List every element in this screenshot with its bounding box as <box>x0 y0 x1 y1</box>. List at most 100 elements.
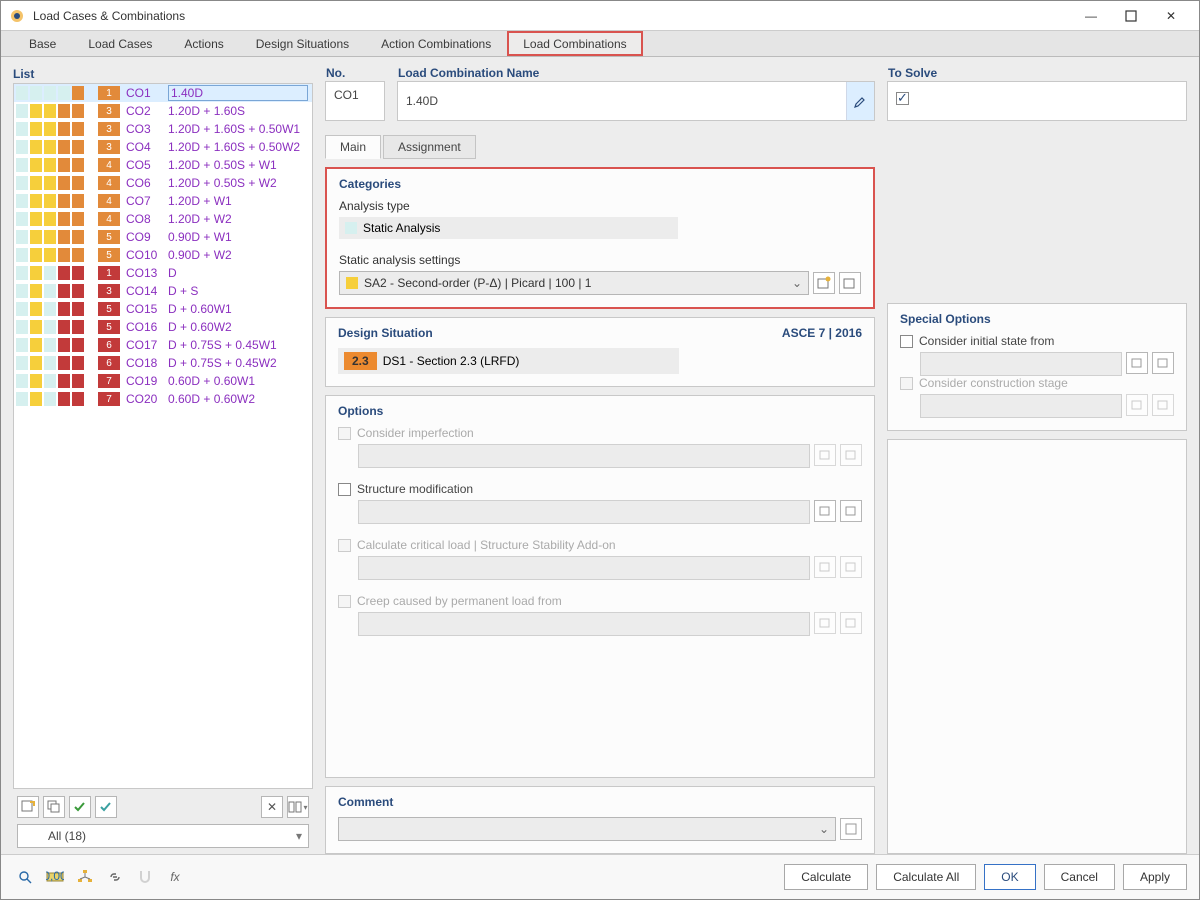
tab-load-combinations[interactable]: Load Combinations <box>507 31 642 56</box>
options-header: Options <box>338 404 862 418</box>
workarea: List 1CO11.40D3CO21.20D + 1.60S3CO31.20D… <box>1 57 1199 854</box>
details-column: No. CO1 Load Combination Name To Solve <box>325 67 1187 854</box>
option-label: Consider construction stage <box>919 376 1068 390</box>
list-item[interactable]: 6CO18D + 0.75S + 0.45W2 <box>14 354 312 372</box>
new-item-button[interactable] <box>17 796 39 818</box>
svg-text:0,00: 0,00 <box>46 870 64 883</box>
close-button[interactable]: ✕ <box>1151 1 1191 31</box>
option-action-button <box>814 556 836 578</box>
cancel-button[interactable]: Cancel <box>1044 864 1115 890</box>
list-item[interactable]: 7CO200.60D + 0.60W2 <box>14 390 312 408</box>
minimize-button[interactable]: — <box>1071 1 1111 31</box>
list-item[interactable]: 5CO16D + 0.60W2 <box>14 318 312 336</box>
search-tool-icon[interactable] <box>13 865 37 889</box>
tab-base[interactable]: Base <box>13 31 72 56</box>
settings-new-button[interactable] <box>813 272 835 294</box>
list-item[interactable]: 3CO21.20D + 1.60S <box>14 102 312 120</box>
option-action-button <box>1152 394 1174 416</box>
window-title: Load Cases & Combinations <box>33 9 1071 23</box>
no-field: No. CO1 <box>325 81 385 121</box>
view-mode-button[interactable]: ▾ <box>287 796 309 818</box>
chevron-down-icon: ⌄ <box>792 276 802 290</box>
ok-button[interactable]: OK <box>984 864 1035 890</box>
apply-button[interactable]: Apply <box>1123 864 1187 890</box>
list-item[interactable]: 3CO14D + S <box>14 282 312 300</box>
option-value-field <box>358 500 810 524</box>
magnet-tool-icon[interactable] <box>133 865 157 889</box>
list-body[interactable]: 1CO11.40D3CO21.20D + 1.60S3CO31.20D + 1.… <box>14 84 312 788</box>
name-label: Load Combination Name <box>398 66 539 80</box>
comment-library-button[interactable] <box>840 818 862 840</box>
list-item[interactable]: 7CO190.60D + 0.60W1 <box>14 372 312 390</box>
option-value-field <box>358 444 810 468</box>
option-label: Consider imperfection <box>357 426 474 440</box>
tab-actions[interactable]: Actions <box>168 31 239 56</box>
tab-main[interactable]: Main <box>325 135 381 159</box>
list-item[interactable]: 1CO13D <box>14 264 312 282</box>
option-action-button <box>1126 394 1148 416</box>
tab-assignment[interactable]: Assignment <box>383 135 476 159</box>
option-checkbox[interactable] <box>338 483 351 496</box>
calculate-all-button[interactable]: Calculate All <box>876 864 976 890</box>
settings-edit-button[interactable] <box>839 272 861 294</box>
option-checkbox[interactable] <box>900 335 913 348</box>
comment-dropdown[interactable]: ⌄ <box>338 817 836 841</box>
list-item[interactable]: 4CO71.20D + W1 <box>14 192 312 210</box>
option-checkbox <box>900 377 913 390</box>
tab-design-situations[interactable]: Design Situations <box>240 31 365 56</box>
list-item[interactable]: 3CO41.20D + 1.60S + 0.50W2 <box>14 138 312 156</box>
option-action-button <box>840 556 862 578</box>
list-item[interactable]: 4CO51.20D + 0.50S + W1 <box>14 156 312 174</box>
calculate-button[interactable]: Calculate <box>784 864 868 890</box>
option-checkbox <box>338 539 351 552</box>
check-green-button[interactable] <box>69 796 91 818</box>
option-action-button[interactable] <box>840 500 862 522</box>
analysis-settings-dropdown[interactable]: SA2 - Second-order (P-Δ) | Picard | 100 … <box>339 271 809 295</box>
option-action-button[interactable] <box>814 500 836 522</box>
tab-load-cases[interactable]: Load Cases <box>72 31 168 56</box>
tab-action-combinations[interactable]: Action Combinations <box>365 31 507 56</box>
list-header: List <box>13 67 313 81</box>
list-item[interactable]: 5CO15D + 0.60W1 <box>14 300 312 318</box>
option-value-field <box>358 556 810 580</box>
function-tool-icon[interactable]: fx <box>163 865 187 889</box>
list-item[interactable]: 1CO11.40D <box>14 84 312 102</box>
option-action-button <box>840 612 862 634</box>
list-item[interactable]: 4CO61.20D + 0.50S + W2 <box>14 174 312 192</box>
analysis-settings-value: SA2 - Second-order (P-Δ) | Picard | 100 … <box>364 276 591 290</box>
option-label: Creep caused by permanent load from <box>357 594 562 608</box>
copy-item-button[interactable] <box>43 796 65 818</box>
list-item[interactable]: 3CO31.20D + 1.60S + 0.50W1 <box>14 120 312 138</box>
maximize-button[interactable] <box>1111 1 1151 31</box>
comment-section: Comment ⌄ <box>325 786 875 854</box>
tree-tool-icon[interactable] <box>73 865 97 889</box>
bottom-bar: 0,00 fx Calculate Calculate All OK Cance… <box>1 854 1199 899</box>
name-edit-button[interactable] <box>846 82 874 120</box>
units-tool-icon[interactable]: 0,00 <box>43 865 67 889</box>
link-tool-icon[interactable] <box>103 865 127 889</box>
filter-dropdown[interactable]: All (18) ▾ <box>17 824 309 848</box>
solve-label: To Solve <box>888 66 937 80</box>
special-options-header: Special Options <box>900 312 1174 326</box>
analysis-settings-label: Static analysis settings <box>339 253 861 267</box>
list-item[interactable]: 4CO81.20D + W2 <box>14 210 312 228</box>
option-action-button[interactable] <box>1152 352 1174 374</box>
options-section: Options Consider imperfectionStructure m… <box>325 395 875 778</box>
option-action-button[interactable] <box>1126 352 1148 374</box>
no-label: No. <box>326 66 345 80</box>
to-solve-checkbox[interactable] <box>896 92 909 105</box>
delete-button[interactable]: ✕ <box>261 796 283 818</box>
design-situation-section: Design Situation ASCE 7 | 2016 2.3 DS1 -… <box>325 317 875 387</box>
option-action-button <box>840 444 862 466</box>
analysis-type-display: Static Analysis <box>339 217 678 239</box>
list-item[interactable]: 5CO100.90D + W2 <box>14 246 312 264</box>
name-input[interactable] <box>398 82 846 120</box>
list-item[interactable]: 5CO90.90D + W1 <box>14 228 312 246</box>
list-item[interactable]: 6CO17D + 0.75S + 0.45W1 <box>14 336 312 354</box>
analysis-type-value: Static Analysis <box>363 221 440 235</box>
check-teal-button[interactable] <box>95 796 117 818</box>
main-tabs: BaseLoad CasesActionsDesign SituationsAc… <box>1 31 1199 57</box>
option-value-field <box>920 352 1122 376</box>
name-field: Load Combination Name <box>397 81 875 121</box>
categories-section: Categories Analysis type Static Analysis… <box>325 167 875 309</box>
